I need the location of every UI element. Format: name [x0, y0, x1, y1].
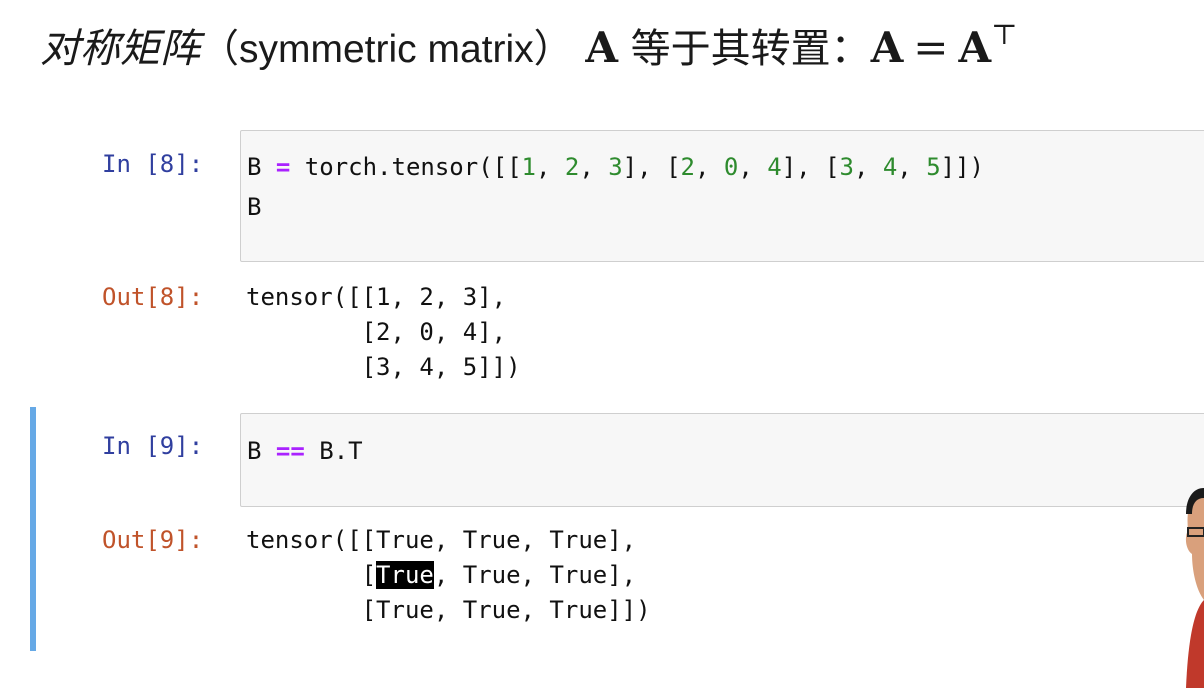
code-line-1: B = torch.tensor([[1, 2, 3], [2, 0, 4], …	[247, 153, 985, 181]
equation-left: A	[870, 23, 904, 72]
output-area-8: tensor([[1, 2, 3], [2, 0, 4], [3, 4, 5]]…	[246, 280, 521, 385]
in-prompt-9: In [9]:	[102, 432, 204, 460]
out-prompt-9: Out[9]:	[102, 526, 204, 554]
code-input-8[interactable]: B = torch.tensor([[1, 2, 3], [2, 0, 4], …	[240, 130, 1204, 262]
output-line-indent: [	[246, 561, 377, 589]
transpose-superscript: ⊤	[991, 18, 1018, 51]
output-line: [3, 4, 5]])	[246, 353, 521, 381]
equation-equals: =	[913, 23, 949, 72]
in-prompt-8: In [8]:	[102, 150, 204, 178]
output-line: [2, 0, 4],	[246, 318, 507, 346]
code-text-9: B == B.T	[241, 414, 1204, 471]
output-line-rest: , True, True],	[433, 561, 637, 589]
output-text-8: tensor([[1, 2, 3], [2, 0, 4], [3, 4, 5]]…	[246, 280, 521, 385]
output-text-9: tensor([[True, True, True], [True, True,…	[246, 523, 651, 628]
output-line: tensor([[1, 2, 3],	[246, 283, 507, 311]
notebook-cell-8[interactable]: In [8]: B = torch.tensor([[1, 2, 3], [2,…	[30, 130, 1204, 400]
title-description: 等于其转置：	[617, 26, 871, 72]
output-line: [True, True, True]])	[246, 596, 651, 624]
slide-title: 对称矩阵（symmetric matrix） A 等于其转置：A = A⊤	[40, 18, 1017, 83]
title-chinese-term: 对称矩阵	[40, 26, 200, 72]
code-line-2: B	[247, 193, 262, 221]
code-input-9[interactable]: B == B.T	[240, 413, 1204, 507]
title-matrix-symbol: A	[585, 23, 618, 72]
out-prompt-8: Out[8]:	[102, 283, 204, 311]
code-line-1: B == B.T	[247, 437, 363, 465]
notebook-cell-9[interactable]: In [9]: B == B.T Out[9]: tensor([[True, …	[30, 407, 1204, 651]
equation-right: A	[958, 23, 992, 72]
output-line: [True, True, True],	[246, 561, 636, 589]
selected-text[interactable]: True	[376, 561, 434, 589]
output-line: tensor([[True, True, True],	[246, 526, 637, 554]
title-english-term: （symmetric matrix）	[200, 28, 573, 71]
code-text-8: B = torch.tensor([[1, 2, 3], [2, 0, 4], …	[241, 131, 1204, 227]
presenter-video-overlay	[1185, 488, 1204, 688]
output-area-9: tensor([[True, True, True], [True, True,…	[246, 523, 651, 628]
